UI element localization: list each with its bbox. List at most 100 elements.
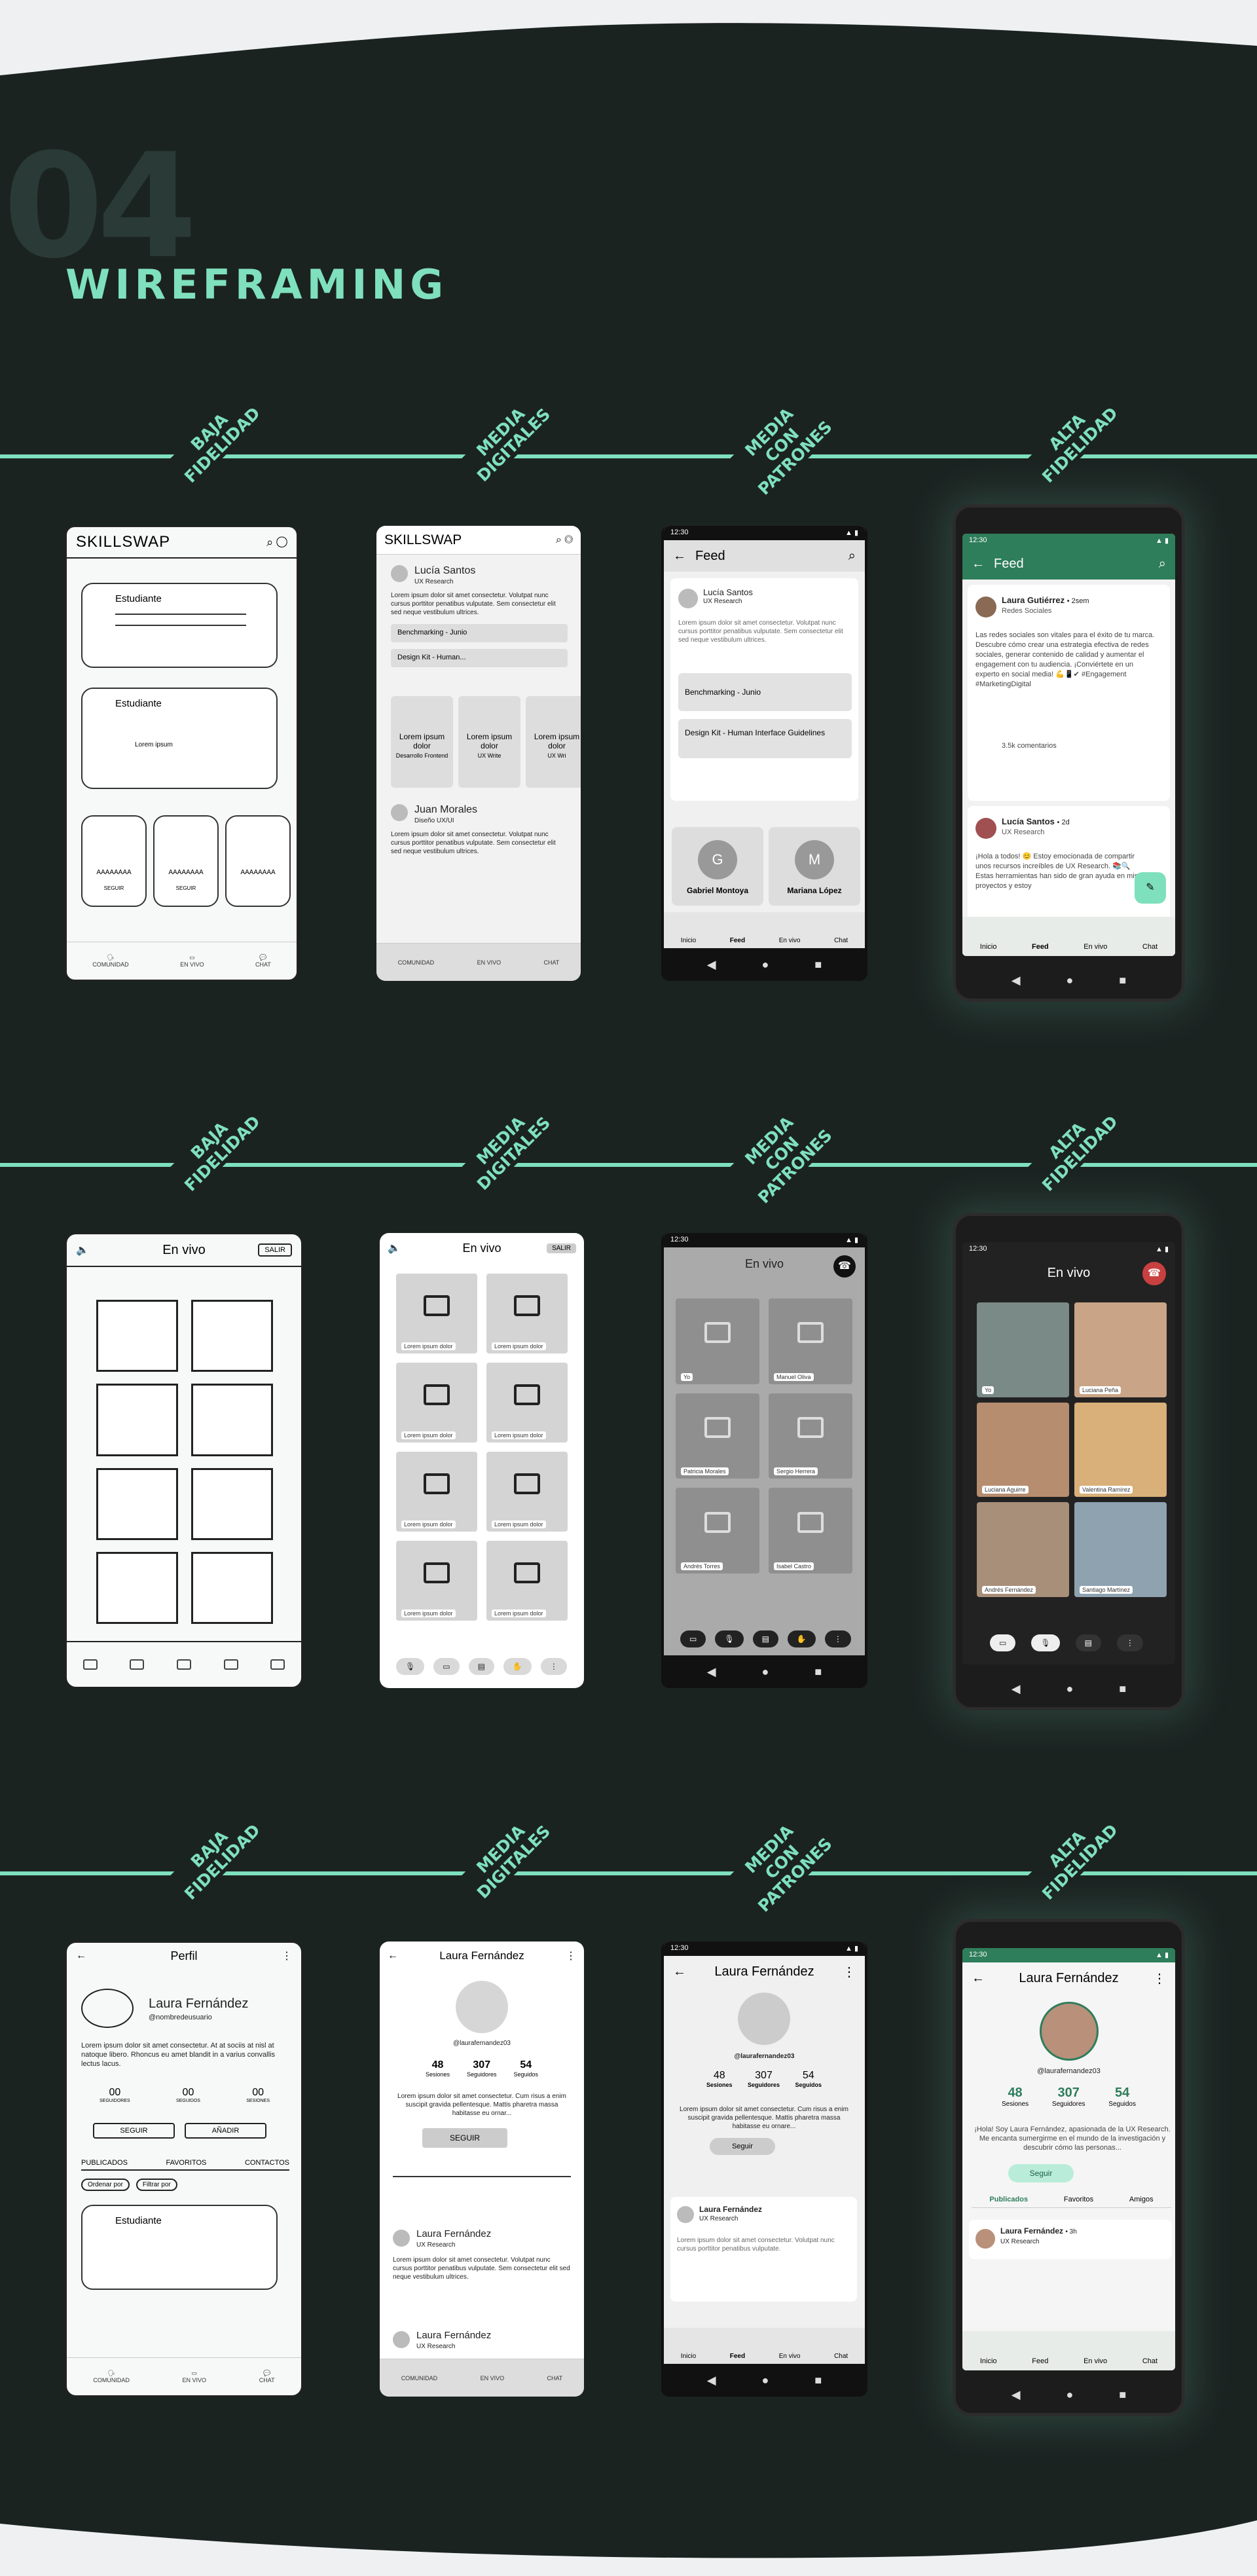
nav-live[interactable]: EN VIVO	[481, 2375, 505, 2382]
mic-icon[interactable]: 🎙	[715, 1630, 744, 1647]
profile-card[interactable]: Lorem ipsum dolor UX Wri	[526, 696, 581, 788]
speaker-icon[interactable]: 🔈	[388, 1242, 401, 1255]
back-nav-icon[interactable]: ◀	[1011, 1682, 1021, 1696]
recents-nav-icon[interactable]: ■	[1119, 2388, 1126, 2402]
back-icon[interactable]: ←	[673, 549, 686, 564]
nav-live[interactable]: EN VIVO	[477, 959, 501, 966]
filter-dropdown[interactable]: Filtrar por	[136, 2179, 177, 2191]
link-benchmarking[interactable]: Benchmarking - Junio	[678, 673, 852, 711]
tab-published[interactable]: Publicados	[989, 2196, 1028, 2203]
nav-live[interactable]: ▭ EN VIVO	[183, 2370, 207, 2383]
profile-card[interactable]: AAAAAAAA	[225, 815, 291, 907]
nav-chat[interactable]: Chat	[834, 937, 848, 944]
nav-chat[interactable]: CHAT	[547, 2375, 562, 2382]
home-nav-icon[interactable]: ●	[1066, 974, 1074, 987]
more-icon[interactable]: ⋮	[1153, 1970, 1166, 1987]
add-button[interactable]: AÑADIR	[185, 2123, 266, 2139]
speaker-icon[interactable]: 🔈	[76, 1243, 89, 1257]
link-benchmarking[interactable]: Benchmarking - Junio	[391, 624, 568, 642]
more-icon[interactable]: ⋮	[566, 1949, 576, 1962]
nav-feed[interactable]: Feed	[1032, 943, 1049, 951]
chat-icon[interactable]: ▤	[1075, 1634, 1101, 1651]
hand-icon[interactable]: ✋	[503, 1658, 532, 1675]
more-icon[interactable]	[270, 1659, 285, 1670]
link-design-kit[interactable]: Design Kit - Human Interface Guidelines	[678, 719, 852, 758]
home-nav-icon[interactable]: ●	[762, 1665, 769, 1679]
back-nav-icon[interactable]: ◀	[707, 1665, 716, 1679]
list-item[interactable]: Estudiante	[81, 583, 278, 668]
mic-off-icon[interactable]: 🎙	[1031, 1634, 1060, 1651]
recents-nav-icon[interactable]: ■	[814, 1665, 822, 1679]
recents-nav-icon[interactable]: ■	[1119, 974, 1126, 987]
nav-chat[interactable]: CHAT	[543, 959, 559, 966]
hangup-button[interactable]: ☎	[833, 1255, 856, 1278]
hand-icon[interactable]	[223, 1659, 238, 1670]
nav-home[interactable]: Inicio	[681, 937, 696, 944]
chat-icon[interactable]: ▤	[468, 1658, 494, 1675]
sort-dropdown[interactable]: Ordenar por	[81, 2179, 130, 2191]
link-design-kit[interactable]: Design Kit - Human...	[391, 649, 568, 667]
tab-contacts[interactable]: CONTACTOS	[245, 2159, 289, 2167]
home-nav-icon[interactable]: ●	[762, 2374, 769, 2387]
home-nav-icon[interactable]: ●	[762, 958, 769, 972]
suggestion-card[interactable]: G Gabriel Montoya	[672, 827, 763, 906]
nav-chat[interactable]: Chat	[834, 2353, 848, 2360]
camera-icon[interactable]: ▭	[433, 1658, 460, 1675]
camera-off-icon[interactable]: ▭	[990, 1634, 1016, 1651]
search-icon[interactable]: ⌕ ◎	[556, 534, 573, 546]
home-nav-icon[interactable]: ●	[1066, 2388, 1074, 2402]
hand-icon[interactable]: ✋	[787, 1630, 816, 1647]
profile-card[interactable]: Lorem ipsum dolor UX Write	[458, 696, 520, 788]
recents-nav-icon[interactable]: ■	[814, 958, 822, 972]
profile-card[interactable]: AAAAAAAA SEGUIR	[81, 815, 147, 907]
follow-button[interactable]: SEGUIR	[93, 2123, 175, 2139]
nav-community[interactable]: 🗣 COMUNIDAD	[93, 2370, 130, 2383]
home-nav-icon[interactable]: ●	[1066, 1682, 1074, 1696]
search-icon[interactable]: ⌕ ◯	[266, 536, 287, 549]
more-icon[interactable]: ⋮	[540, 1658, 567, 1675]
nav-chat[interactable]: Chat	[1142, 2357, 1157, 2365]
nav-live[interactable]: En vivo	[1084, 943, 1107, 951]
recents-nav-icon[interactable]: ■	[814, 2374, 822, 2387]
hangup-button[interactable]: ☎	[1142, 1262, 1166, 1285]
search-icon[interactable]: ⌕	[1159, 557, 1166, 572]
nav-live[interactable]: En vivo	[779, 2353, 801, 2360]
back-icon[interactable]: ←	[972, 1971, 985, 1986]
back-nav-icon[interactable]: ◀	[1011, 974, 1021, 987]
nav-feed[interactable]: Feed	[730, 937, 745, 944]
more-icon[interactable]: ⋮	[824, 1630, 851, 1647]
nav-community[interactable]: 🗣 COMUNIDAD	[92, 954, 129, 968]
profile-card[interactable]: AAAAAAAA SEGUIR	[153, 815, 219, 907]
record-icon[interactable]	[176, 1659, 191, 1670]
tab-published[interactable]: PUBLICADOS	[81, 2159, 128, 2167]
back-icon[interactable]: ←	[972, 557, 985, 572]
nav-chat[interactable]: 💬 CHAT	[259, 2370, 275, 2383]
tab-friends[interactable]: Amigos	[1129, 2196, 1154, 2203]
back-icon[interactable]: ←	[76, 1950, 86, 1962]
tab-favorites[interactable]: Favoritos	[1064, 2196, 1093, 2203]
tab-favorites[interactable]: FAVORITOS	[166, 2159, 206, 2167]
nav-home[interactable]: Inicio	[980, 2357, 997, 2365]
follow-button[interactable]: SEGUIR	[422, 2128, 507, 2148]
exit-button[interactable]: SALIR	[547, 1243, 576, 1253]
nav-live[interactable]: En vivo	[1084, 2357, 1107, 2365]
exit-button[interactable]: SALIR	[258, 1243, 292, 1257]
nav-home[interactable]: Inicio	[980, 943, 997, 951]
follow-button[interactable]: Seguir	[710, 2138, 775, 2155]
search-icon[interactable]: ⌕	[848, 549, 856, 564]
nav-home[interactable]: Inicio	[681, 2353, 696, 2360]
nav-live[interactable]: ▭ EN VIVO	[180, 954, 204, 968]
nav-community[interactable]: COMUNIDAD	[401, 2375, 438, 2382]
mic-icon[interactable]: 🎙	[396, 1658, 425, 1675]
post-card[interactable]: Laura Fernández • 3h UX Research	[969, 2220, 1172, 2259]
back-nav-icon[interactable]: ◀	[1011, 2388, 1021, 2402]
chat-icon[interactable]: ▤	[752, 1630, 778, 1647]
back-nav-icon[interactable]: ◀	[707, 2374, 716, 2387]
post-card[interactable]: Laura Fernández UX Research Lorem ipsum …	[670, 2197, 857, 2302]
nav-community[interactable]: COMUNIDAD	[398, 959, 435, 966]
camera-icon[interactable]: ▭	[680, 1630, 706, 1647]
nav-live[interactable]: En vivo	[779, 937, 801, 944]
back-nav-icon[interactable]: ◀	[707, 958, 716, 972]
nav-chat[interactable]: 💬 CHAT	[255, 954, 271, 968]
more-icon[interactable]: ⋮	[282, 1949, 292, 1962]
